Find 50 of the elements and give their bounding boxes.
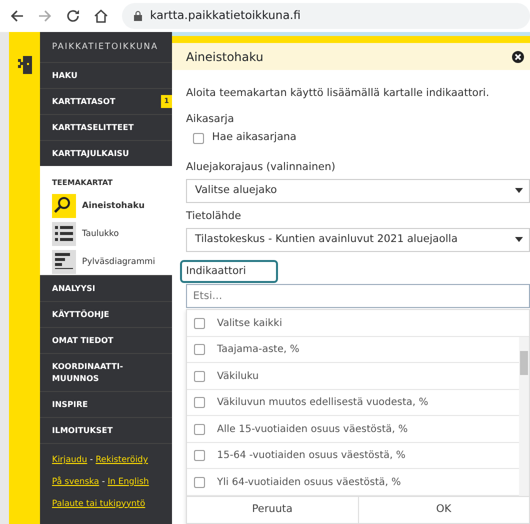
search-field[interactable]: Etsi... bbox=[186, 284, 530, 308]
field-label: Aikasarja bbox=[186, 112, 236, 127]
forward-arrow-icon[interactable] bbox=[38, 9, 52, 23]
field-label: Aluejakorajaus (valinnainen) bbox=[186, 160, 336, 176]
scrollbar[interactable] bbox=[519, 336, 529, 496]
dialog-button[interactable]: OK bbox=[358, 496, 529, 523]
option-label[interactable]: Yli 64-vuotiaiden osuus väestöstä, % bbox=[217, 474, 401, 490]
checkbox[interactable] bbox=[194, 397, 205, 408]
separator-text: - bbox=[90, 455, 93, 465]
tool-link[interactable]: Aineistohaku bbox=[82, 200, 145, 213]
option-label[interactable]: Alle 15-vuotiaiden osuus väestöstä, % bbox=[217, 422, 408, 437]
lock-icon bbox=[134, 11, 142, 21]
home-icon[interactable] bbox=[94, 9, 108, 23]
checkbox[interactable] bbox=[194, 424, 205, 435]
option-label[interactable]: Väkiluku bbox=[217, 368, 259, 384]
dialog-button[interactable]: Peruuta bbox=[187, 496, 358, 523]
checkbox[interactable] bbox=[194, 476, 205, 488]
tool-link[interactable]: Pylväsdiagrammi bbox=[82, 256, 156, 269]
close-icon[interactable] bbox=[512, 50, 524, 63]
reload-icon[interactable] bbox=[66, 9, 80, 23]
field-label: Tietolähde bbox=[186, 208, 242, 224]
caret-icon bbox=[515, 237, 523, 242]
address-bar[interactable]: kartta.paikkatietoikkuna.fi bbox=[122, 3, 530, 29]
url-text: kartta.paikkatietoikkuna.fi bbox=[150, 7, 301, 24]
logo-text: PAIKKATIETOIKKUNA bbox=[51, 40, 160, 54]
tool-link[interactable]: Taulukko bbox=[82, 228, 119, 241]
select-field[interactable]: Tilastokeskus - Kuntien avainluvut 2021 aluejaolla bbox=[186, 228, 530, 252]
link[interactable]: På svenska bbox=[52, 476, 100, 487]
separator-text: - bbox=[102, 476, 105, 487]
checkbox-label: Hae aikasarjana bbox=[212, 130, 296, 146]
checkbox[interactable] bbox=[194, 370, 205, 382]
option-label[interactable]: Taajama-aste, % bbox=[217, 342, 300, 358]
checkbox[interactable] bbox=[193, 132, 204, 144]
checkbox[interactable] bbox=[194, 450, 205, 462]
link[interactable]: Kirjaudu bbox=[52, 455, 88, 465]
intro-text: Aloita teemakartan käyttö lisäämällä kartalle indikaattori. bbox=[186, 86, 490, 101]
select-field[interactable]: Valitse aluejako bbox=[186, 178, 530, 203]
option-label[interactable]: 15-64 -vuotiaiden osuus väestöstä, % bbox=[217, 448, 406, 464]
link[interactable]: Palaute tai tukipyyntö bbox=[52, 498, 146, 508]
checkbox[interactable] bbox=[194, 318, 205, 329]
back-arrow-icon[interactable] bbox=[10, 9, 24, 23]
panel-title: Aineistohaku bbox=[186, 48, 264, 66]
link[interactable]: In English bbox=[108, 476, 149, 487]
option-label[interactable]: Väkiluvun muutos edellisestä vuodesta, % bbox=[217, 395, 428, 410]
field-label: Indikaattori bbox=[180, 260, 278, 284]
caret-icon bbox=[515, 188, 523, 194]
link[interactable]: Rekisteröidy bbox=[96, 455, 148, 465]
checkbox[interactable] bbox=[194, 344, 205, 356]
logo-icon bbox=[18, 56, 32, 74]
option-label[interactable]: Valitse kaikki bbox=[217, 316, 282, 331]
